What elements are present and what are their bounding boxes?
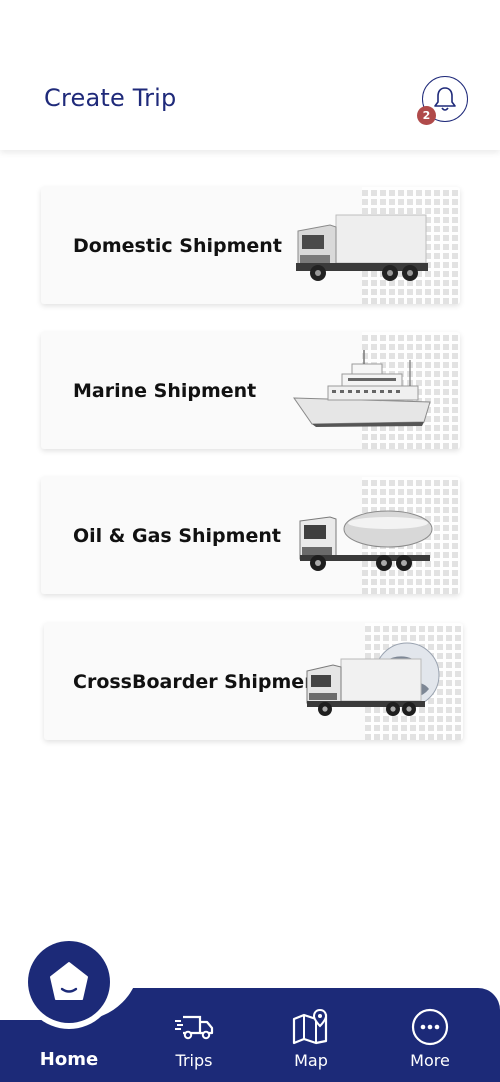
notification-badge: 2 bbox=[417, 106, 436, 125]
marine-shipment-card[interactable]: Marine Shipment bbox=[41, 332, 460, 449]
box-truck-image bbox=[296, 214, 428, 281]
card-label: CrossBoarder Shipment bbox=[73, 670, 327, 693]
oil-gas-shipment-card[interactable]: Oil & Gas Shipment bbox=[41, 477, 460, 594]
nav-home[interactable]: Home bbox=[29, 1000, 109, 1070]
more-icon bbox=[411, 1008, 449, 1046]
card-label: Marine Shipment bbox=[73, 379, 257, 402]
domestic-shipment-card[interactable]: Domestic Shipment bbox=[41, 187, 460, 304]
card-label: Oil & Gas Shipment bbox=[73, 524, 281, 547]
nav-trips[interactable]: Trips bbox=[154, 1000, 234, 1070]
crossboarder-shipment-card[interactable]: CrossBoarder Shipment bbox=[44, 623, 463, 740]
card-label: Domestic Shipment bbox=[73, 234, 282, 257]
ship-image bbox=[293, 350, 431, 427]
nav-map-label: Map bbox=[294, 1051, 328, 1070]
nav-more-label: More bbox=[410, 1051, 450, 1070]
nav-map[interactable]: Map bbox=[271, 1000, 351, 1070]
nav-more[interactable]: More bbox=[390, 1000, 470, 1070]
nav-home-label: Home bbox=[39, 1049, 99, 1070]
map-icon bbox=[292, 1009, 330, 1045]
tanker-truck-image bbox=[299, 510, 433, 571]
app-header: Create Trip 2 bbox=[0, 0, 500, 150]
page-title: Create Trip bbox=[44, 84, 177, 112]
nav-trips-label: Trips bbox=[175, 1051, 213, 1070]
truck-icon bbox=[174, 1009, 214, 1045]
bell-icon bbox=[434, 87, 456, 111]
globe-truck-image bbox=[306, 642, 440, 716]
